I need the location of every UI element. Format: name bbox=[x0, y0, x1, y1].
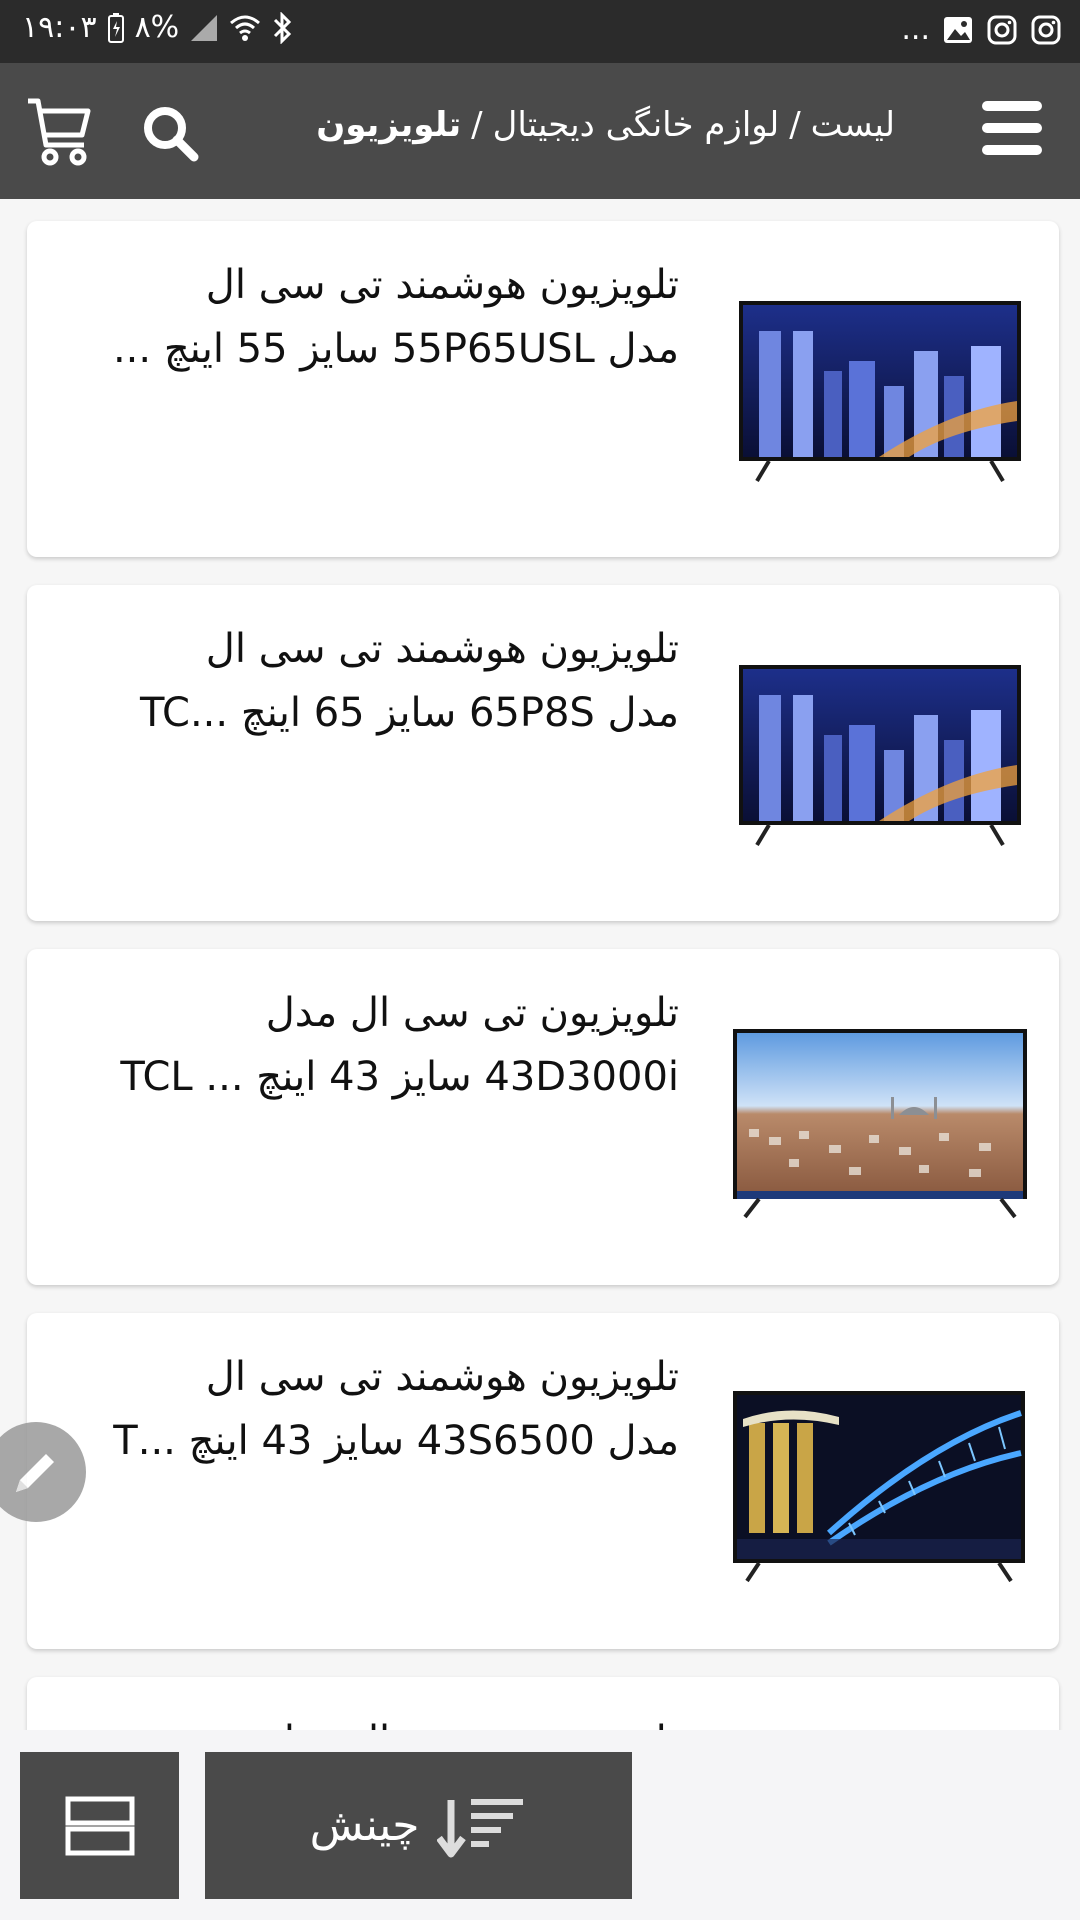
product-card[interactable]: تلویزیون هوشمند تی سی ال مدل 65P8S سایز … bbox=[27, 585, 1059, 921]
gallery-icon bbox=[942, 14, 974, 46]
instagram-icon bbox=[1030, 14, 1062, 46]
pencil-icon bbox=[16, 1454, 54, 1492]
status-right: ... bbox=[901, 12, 1062, 47]
bottom-bar: چینش bbox=[0, 1730, 1080, 1920]
sort-button[interactable]: چینش bbox=[205, 1752, 632, 1899]
status-left: ۱۹:۰۳ ۸% bbox=[22, 10, 295, 45]
product-card[interactable]: تلویزیون تی سی ال مدل bbox=[27, 1677, 1059, 1730]
signal-icon bbox=[189, 13, 219, 43]
menu-icon[interactable] bbox=[982, 101, 1042, 161]
product-title[interactable]: تلویزیون تی سی ال مدل 43D3000i سایز 43 ا… bbox=[59, 981, 679, 1109]
product-card[interactable]: تلویزیون هوشمند تی سی ال مدل 55P65USL سا… bbox=[27, 221, 1059, 557]
cart-icon[interactable] bbox=[24, 93, 94, 169]
product-title[interactable]: تلویزیون هوشمند تی سی ال مدل 43S6500 سای… bbox=[59, 1345, 679, 1473]
product-title[interactable]: تلویزیون تی سی ال مدل bbox=[59, 1709, 679, 1730]
breadcrumb: لیست/لوازم خانگی دیجیتال/تلویزیون bbox=[316, 105, 895, 145]
product-title[interactable]: تلویزیون هوشمند تی سی ال مدل 65P8S سایز … bbox=[59, 617, 679, 745]
product-title[interactable]: تلویزیون هوشمند تی سی ال مدل 55P65USL سا… bbox=[59, 253, 679, 381]
battery-percent: ۸% bbox=[134, 10, 180, 45]
product-thumbnail[interactable] bbox=[729, 1019, 1029, 1219]
product-thumbnail[interactable] bbox=[729, 655, 1029, 855]
bluetooth-icon bbox=[271, 11, 295, 44]
product-card[interactable]: تلویزیون هوشمند تی سی ال مدل 43S6500 سای… bbox=[27, 1313, 1059, 1649]
product-list[interactable]: تلویزیون هوشمند تی سی ال مدل 55P65USL سا… bbox=[0, 199, 1080, 1730]
product-thumbnail[interactable] bbox=[729, 1383, 1029, 1583]
breadcrumb-item-list[interactable]: لیست bbox=[811, 105, 895, 145]
search-icon[interactable] bbox=[140, 103, 200, 163]
breadcrumb-item-digital-appliances[interactable]: لوازم خانگی دیجیتال bbox=[493, 105, 780, 145]
list-view-icon bbox=[65, 1796, 134, 1855]
breadcrumb-current: تلویزیون bbox=[316, 105, 462, 145]
breadcrumb-separator: / bbox=[471, 105, 483, 145]
layout-toggle-button[interactable] bbox=[20, 1752, 179, 1899]
battery-icon bbox=[107, 12, 125, 43]
sort-icon bbox=[437, 1794, 527, 1858]
instagram-icon bbox=[986, 14, 1018, 46]
wifi-icon bbox=[229, 13, 261, 43]
app-bar: لیست/لوازم خانگی دیجیتال/تلویزیون bbox=[0, 63, 1080, 199]
product-thumbnail[interactable] bbox=[729, 291, 1029, 491]
sort-label: چینش bbox=[309, 1800, 420, 1851]
product-card[interactable]: تلویزیون تی سی ال مدل 43D3000i سایز 43 ا… bbox=[27, 949, 1059, 1285]
breadcrumb-separator: / bbox=[789, 105, 801, 145]
status-bar: ۱۹:۰۳ ۸% ... bbox=[0, 0, 1080, 63]
status-more: ... bbox=[901, 12, 930, 47]
status-time: ۱۹:۰۳ bbox=[22, 10, 97, 45]
